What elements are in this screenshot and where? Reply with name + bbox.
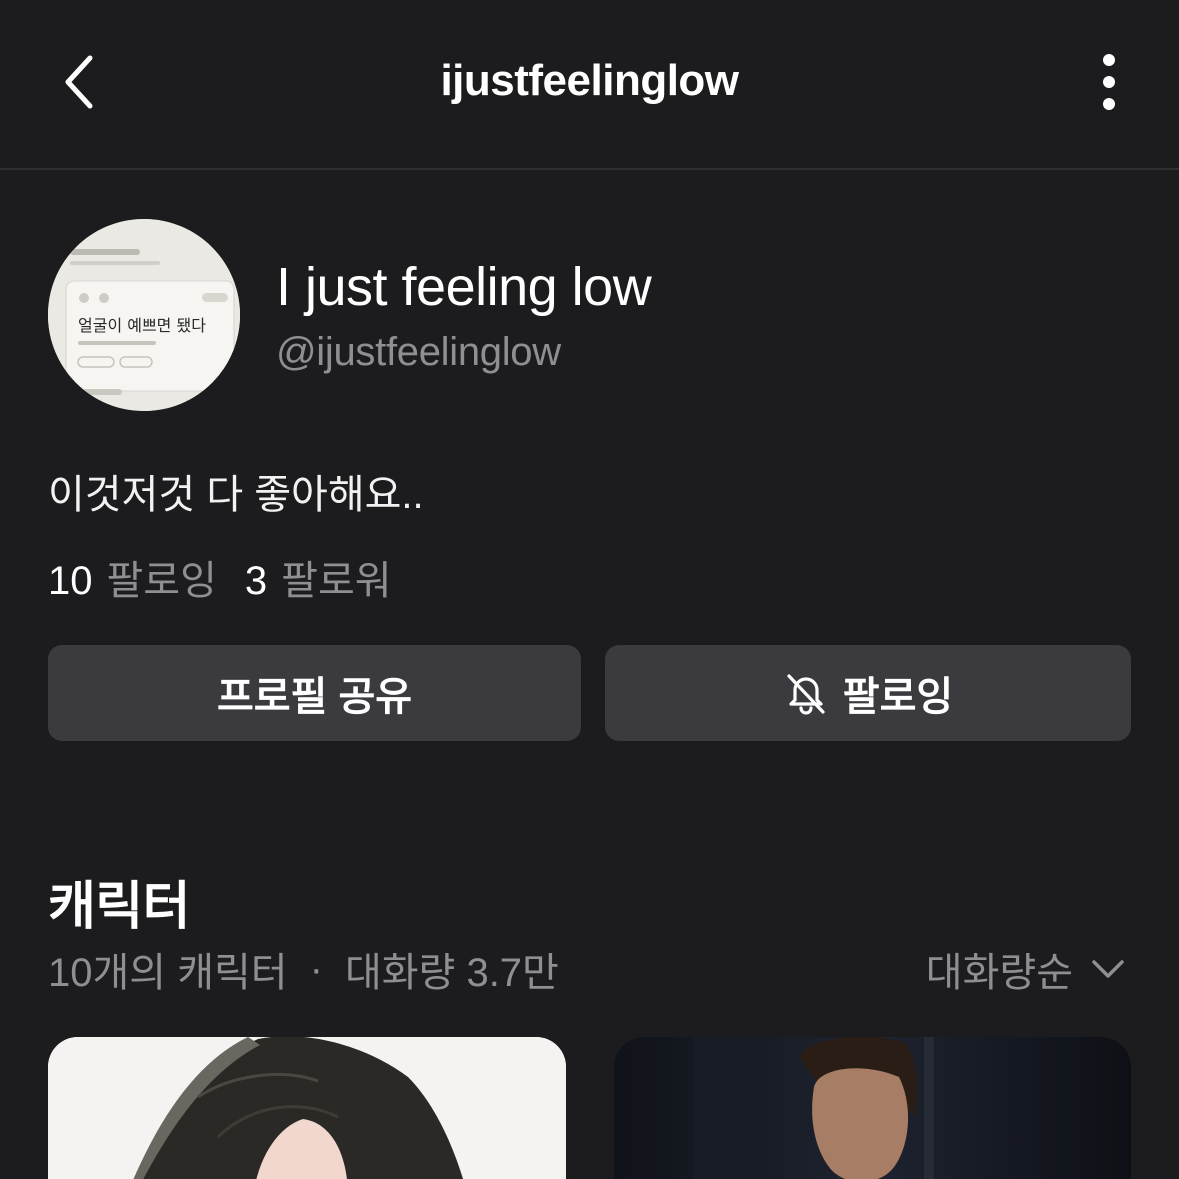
followers-label: 팔로워: [281, 559, 392, 603]
user-handle: @ijustfeelinglow: [276, 330, 561, 374]
share-profile-label: 프로필 공유: [216, 675, 413, 719]
following-button-label: 팔로잉: [842, 675, 954, 719]
page-title: ijustfeelinglow: [440, 56, 739, 105]
followers-stat[interactable]: 3 팔로워: [245, 548, 392, 606]
meta-separator: ·: [309, 946, 323, 991]
sort-dropdown[interactable]: 대화량순: [926, 940, 1125, 998]
conversation-volume: 대화량 3.7만: [344, 951, 559, 995]
share-profile-button[interactable]: 프로필 공유: [48, 645, 581, 741]
more-vertical-icon: [1101, 52, 1117, 117]
section-title: 캐릭터: [48, 878, 191, 936]
display-name: I just feeling low: [276, 257, 652, 317]
sort-label: 대화량순: [925, 951, 1073, 995]
followers-count: 3: [244, 559, 268, 603]
bell-off-icon: [783, 670, 829, 716]
character-count: 10개의 캐릭터: [48, 951, 288, 995]
following-stat[interactable]: 10 팔로잉: [48, 548, 217, 606]
following-label: 팔로잉: [106, 559, 217, 603]
following-count: 10: [48, 559, 93, 603]
follow-stats: 10 팔로잉 3 팔로워: [48, 548, 392, 606]
top-bar: ijustfeelinglow: [0, 0, 1179, 170]
avatar-caption: 얼굴이 예쁘면 됐다: [78, 316, 206, 335]
character-card-image: [614, 1037, 1131, 1179]
character-card-image: [48, 1037, 566, 1179]
bio-text: 이것저것 다 좋아해요..: [48, 473, 424, 517]
following-button[interactable]: 팔로잉: [605, 645, 1131, 741]
more-options-button[interactable]: [1079, 44, 1139, 124]
avatar[interactable]: 얼굴이 예쁘면 됐다: [48, 219, 240, 411]
character-card[interactable]: [48, 1037, 566, 1179]
character-card[interactable]: [614, 1037, 1131, 1179]
chevron-down-icon: [1091, 959, 1125, 979]
section-meta: 10개의 캐릭터 · 대화량 3.7만: [48, 940, 559, 998]
